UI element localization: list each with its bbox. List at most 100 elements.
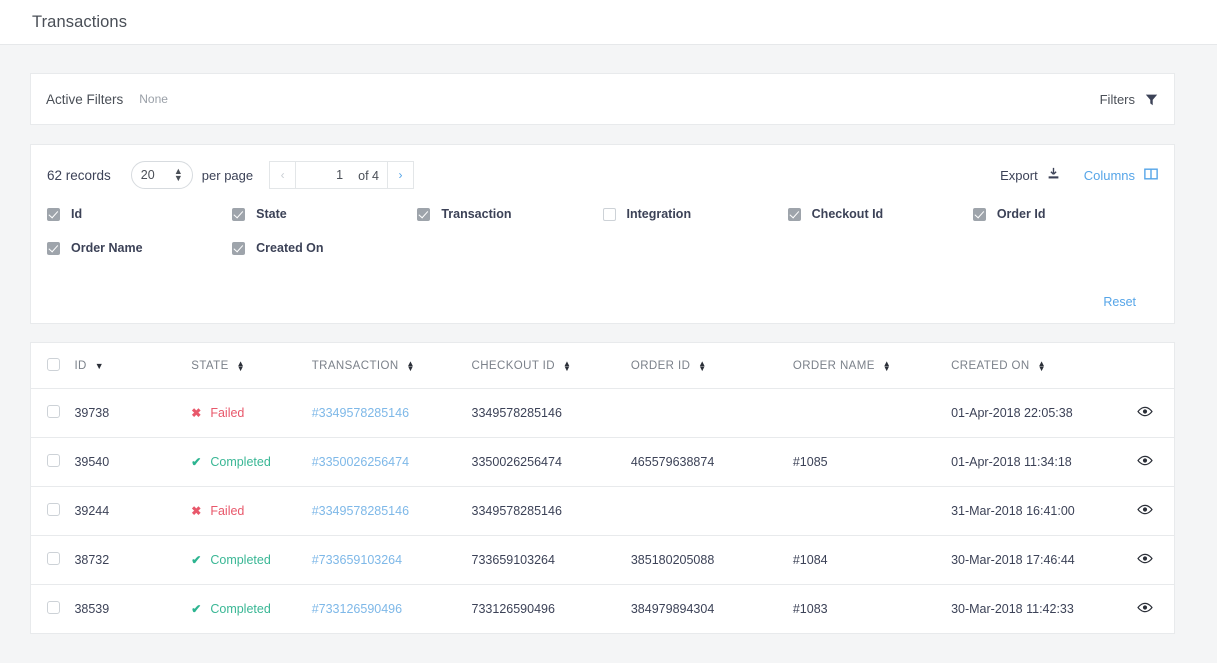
cell-order-name bbox=[792, 486, 952, 536]
column-toggle[interactable]: Integration bbox=[602, 207, 788, 221]
row-select-checkbox[interactable] bbox=[47, 503, 60, 516]
check-icon: ✔ bbox=[191, 602, 202, 616]
header-created-on[interactable]: CREATED ON ▲ ▼ bbox=[951, 343, 1116, 389]
row-select-checkbox[interactable] bbox=[47, 405, 60, 418]
page-number-input[interactable] bbox=[296, 161, 351, 189]
sort-icon: ▲ ▼ bbox=[562, 359, 572, 373]
checkbox-checked-icon[interactable] bbox=[417, 207, 431, 221]
filters-button[interactable]: Filters bbox=[1100, 92, 1158, 107]
row-select-checkbox[interactable] bbox=[47, 454, 60, 467]
eye-icon[interactable] bbox=[1137, 553, 1153, 567]
cell-order-id-value: 465579638874 bbox=[630, 455, 715, 469]
table-row[interactable]: 39540 ✔ Completed #3350026256474 33500262564… bbox=[31, 437, 1174, 487]
header-checkout-id[interactable]: CHECKOUT ID ▲ ▼ bbox=[471, 343, 631, 389]
checkbox-checked-icon[interactable] bbox=[232, 207, 246, 221]
checkbox-checked-icon[interactable] bbox=[787, 207, 801, 221]
table-controls-card: 62 records 20 ▲▼ per page ‹ of 4 › Expor… bbox=[30, 144, 1175, 324]
table-toolbar: 62 records 20 ▲▼ per page ‹ of 4 › Expor… bbox=[31, 145, 1174, 205]
table-row[interactable]: 38732 ✔ Completed #733659103264 733659103264… bbox=[31, 535, 1174, 585]
row-select-cell bbox=[31, 437, 75, 487]
per-page-select-wrapper: 20 ▲ ▼ bbox=[130, 161, 193, 189]
check-icon: ✔ bbox=[191, 553, 202, 567]
reset-link[interactable]: Reset bbox=[1103, 295, 1136, 309]
cell-checkout-id-value: 733126590496 bbox=[471, 602, 555, 616]
cell-transaction: #3349578285146 bbox=[311, 486, 472, 536]
column-toggle-label: State bbox=[256, 207, 287, 221]
active-filters-card: Active Filters None Filters bbox=[30, 73, 1175, 125]
row-select-cell bbox=[31, 535, 75, 585]
cell-state: ✔ Completed bbox=[191, 584, 312, 634]
status-label: Failed bbox=[210, 406, 245, 420]
cell-created-on: 31-Mar-2018 16:41:00 bbox=[951, 486, 1116, 536]
row-select-checkbox[interactable] bbox=[47, 552, 60, 565]
checkbox-checked-icon[interactable] bbox=[47, 241, 60, 255]
column-toggle[interactable]: Checkout Id bbox=[787, 207, 973, 221]
transaction-link[interactable]: #3349578285146 bbox=[312, 406, 409, 420]
status-badge: ✔ Completed bbox=[191, 455, 311, 469]
column-toggle[interactable]: State bbox=[232, 207, 417, 221]
header-order-name[interactable]: ORDER NAME ▲ ▼ bbox=[792, 343, 952, 389]
cell-checkout-id-value: 3349578285146 bbox=[471, 504, 562, 518]
header-state[interactable]: STATE ▲ ▼ bbox=[191, 343, 312, 389]
eye-icon[interactable] bbox=[1137, 406, 1153, 420]
header-transaction[interactable]: TRANSACTION ▲ ▼ bbox=[311, 343, 472, 389]
select-all-checkbox[interactable] bbox=[47, 358, 60, 371]
columns-button[interactable]: Columns bbox=[1084, 167, 1158, 184]
export-button[interactable]: Export bbox=[1000, 167, 1060, 183]
table-head: ID ▼ STATE ▲ ▼ TRANSACTION ▲ ▼ CHECKOUT ID ▲ ▼ … bbox=[31, 343, 1174, 389]
cell-order-name: #1083 bbox=[792, 584, 952, 634]
eye-icon[interactable] bbox=[1137, 602, 1153, 616]
transaction-link[interactable]: #733126590496 bbox=[312, 602, 402, 616]
prev-page-button[interactable]: ‹ bbox=[269, 161, 297, 189]
status-badge: ✖ Failed bbox=[191, 406, 311, 420]
per-page-select[interactable]: 20 bbox=[130, 161, 193, 189]
checkbox-checked-icon[interactable] bbox=[972, 207, 986, 221]
eye-icon[interactable] bbox=[1137, 504, 1153, 518]
cell-created-on: 30-Mar-2018 11:42:33 bbox=[951, 584, 1116, 634]
column-toggle[interactable]: Created On bbox=[232, 241, 417, 255]
header-transaction-label: TRANSACTION bbox=[311, 360, 399, 372]
select-all-header bbox=[31, 343, 75, 389]
column-toggle[interactable]: Id bbox=[47, 207, 232, 221]
cell-id: 39540 bbox=[74, 437, 192, 487]
cell-state: ✖ Failed bbox=[191, 486, 312, 536]
cell-order-name: #1085 bbox=[792, 437, 952, 487]
cell-order-id bbox=[630, 486, 793, 536]
cell-id: 38732 bbox=[74, 535, 192, 585]
cell-created-on-value: 01-Apr-2018 11:34:18 bbox=[951, 455, 1072, 469]
header-order-id[interactable]: ORDER ID ▲ ▼ bbox=[630, 343, 793, 389]
cell-order-id: 465579638874 bbox=[630, 437, 793, 487]
cell-id-value: 38539 bbox=[74, 602, 110, 616]
transaction-link[interactable]: #3350026256474 bbox=[312, 455, 409, 469]
cell-id-value: 38732 bbox=[74, 553, 110, 567]
header-id[interactable]: ID ▼ bbox=[74, 343, 192, 389]
cell-id: 39244 bbox=[74, 486, 192, 536]
cell-id-value: 39244 bbox=[74, 504, 110, 518]
column-toggle[interactable]: Order Name bbox=[47, 241, 232, 255]
transaction-link[interactable]: #3349578285146 bbox=[312, 504, 409, 518]
table-row[interactable]: 38539 ✔ Completed #733126590496 733126590496… bbox=[31, 584, 1174, 634]
checkbox-checked-icon[interactable] bbox=[232, 241, 246, 255]
cell-order-id: 384979894304 bbox=[630, 584, 793, 634]
sort-icon: ▲ ▼ bbox=[1037, 359, 1046, 373]
transaction-link[interactable]: #733659103264 bbox=[312, 553, 402, 567]
column-toggle[interactable]: Order Id bbox=[972, 207, 1158, 221]
checkbox-unchecked-icon[interactable] bbox=[602, 207, 616, 221]
transactions-table: ID ▼ STATE ▲ ▼ TRANSACTION ▲ ▼ CHECKOUT ID ▲ ▼ … bbox=[31, 343, 1174, 634]
cross-icon: ✖ bbox=[191, 406, 202, 420]
cross-icon: ✖ bbox=[191, 504, 202, 518]
column-toggle[interactable]: Transaction bbox=[417, 207, 602, 221]
pagination: ‹ of 4 › bbox=[269, 161, 414, 189]
column-toggle-label: Id bbox=[71, 207, 83, 221]
cell-checkout-id: 733659103264 bbox=[471, 535, 631, 585]
page-content: Active Filters None Filters 62 records 2… bbox=[0, 45, 1217, 634]
columns-checkbox-grid: Id State Transaction Integration Checkout Id… bbox=[47, 207, 1158, 259]
active-filters-label: Active Filters bbox=[46, 91, 124, 107]
table-row[interactable]: 39738 ✖ Failed #3349578285146 3349578285146 0… bbox=[31, 388, 1174, 438]
table-row[interactable]: 39244 ✖ Failed #3349578285146 3349578285146 3… bbox=[31, 486, 1174, 536]
eye-icon[interactable] bbox=[1137, 455, 1153, 469]
next-page-button[interactable]: › bbox=[386, 161, 414, 189]
checkbox-checked-icon[interactable] bbox=[47, 207, 60, 221]
cell-created-on: 30-Mar-2018 17:46:44 bbox=[951, 535, 1116, 585]
row-select-checkbox[interactable] bbox=[47, 601, 60, 614]
